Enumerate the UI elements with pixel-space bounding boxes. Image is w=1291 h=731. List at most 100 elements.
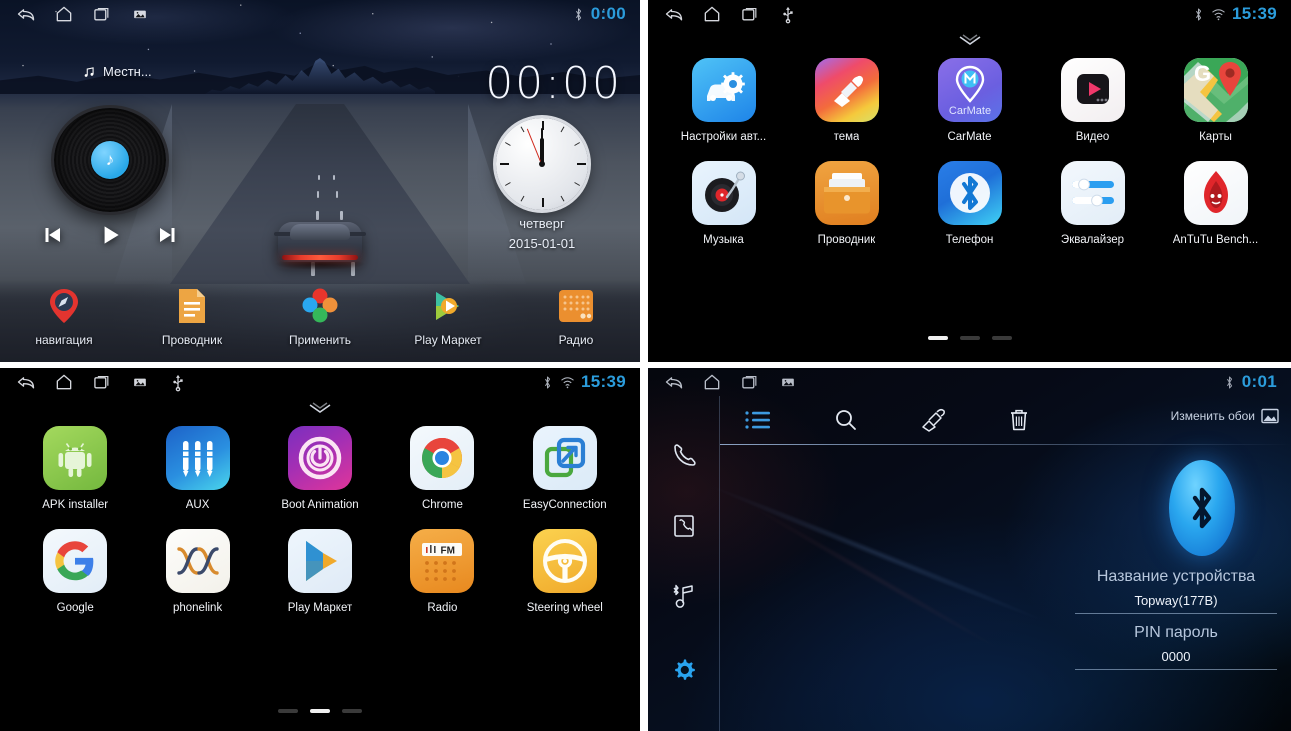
phonelink-icon [165, 529, 230, 593]
page-dot-1[interactable] [278, 709, 298, 713]
home-icon[interactable] [54, 4, 74, 24]
back-icon[interactable] [16, 372, 36, 392]
back-icon[interactable] [664, 372, 684, 392]
page-dot-2[interactable] [959, 336, 980, 340]
screenshot-icon[interactable] [130, 372, 150, 392]
bluetooth-music-icon[interactable] [671, 583, 697, 616]
app-label: Проводник [817, 234, 876, 246]
app-maps[interactable]: G Карты [1154, 58, 1277, 143]
pair-hand-icon[interactable] [920, 408, 946, 437]
play-icon[interactable] [97, 222, 123, 248]
dock-item-file-manager[interactable]: Проводник [128, 286, 256, 347]
next-track-icon[interactable] [154, 223, 180, 247]
app-music[interactable]: Музыка [662, 161, 785, 246]
app-carmate[interactable]: CarMate CarMate [908, 58, 1031, 143]
dock-item-navigation[interactable]: навигация [0, 286, 128, 347]
dock-item-play-store[interactable]: Play Маркет [384, 286, 512, 347]
theme-brush-icon [814, 58, 879, 122]
app-steering-wheel[interactable]: Steering wheel [504, 529, 626, 614]
status-bar: 0:00 [0, 0, 640, 28]
pin-value: 0000 [1161, 649, 1191, 664]
file-manager-icon [172, 286, 212, 326]
app-label: CarMate [947, 131, 992, 143]
app-bluetooth-phone[interactable]: Телефон [908, 161, 1031, 246]
google-maps-icon: G [1183, 58, 1248, 122]
dock-item-radio[interactable]: Радио [512, 286, 640, 347]
fm-radio-icon: FM [410, 529, 475, 593]
app-label: Телефон [945, 234, 994, 246]
recents-icon[interactable] [740, 4, 760, 24]
search-icon[interactable] [834, 408, 858, 437]
chevron-down-icon[interactable] [957, 34, 983, 53]
equalizer-icon [1060, 161, 1125, 225]
device-name-label: Название устройства [1096, 568, 1256, 585]
wifi-icon [1212, 8, 1225, 20]
dialpad-phone-icon[interactable] [671, 442, 697, 473]
screenshot-icon[interactable] [778, 372, 798, 392]
app-label: Steering wheel [526, 602, 603, 614]
dock-item-apply-theme[interactable]: Применить [256, 286, 384, 347]
bluetooth-icon [1196, 8, 1202, 20]
recents-icon[interactable] [92, 372, 112, 392]
app-radio[interactable]: FM Radio [381, 529, 503, 614]
app-grid: APK installer AUX Boot Animation Chrome … [0, 426, 640, 614]
steering-wheel-icon [532, 529, 597, 593]
app-aux[interactable]: AUX [136, 426, 258, 511]
status-clock: 0:01 [1241, 372, 1277, 391]
app-equalizer[interactable]: Эквалайзер [1031, 161, 1154, 246]
back-icon[interactable] [664, 4, 684, 24]
pin-label: PIN пароль [1134, 624, 1218, 641]
usb-icon[interactable] [778, 4, 798, 24]
chevron-down-icon[interactable] [307, 402, 333, 421]
status-bar: 15:39 [648, 0, 1291, 28]
change-wallpaper-button[interactable]: Изменить обои [1171, 408, 1279, 424]
page-dot-3[interactable] [342, 709, 362, 713]
app-apk-installer[interactable]: APK installer [14, 426, 136, 511]
device-name-field[interactable]: Название устройства Topway(177B) [1075, 568, 1277, 614]
list-icon[interactable] [744, 409, 772, 436]
recents-icon[interactable] [92, 4, 112, 24]
contacts-book-icon[interactable] [671, 513, 697, 544]
app-chrome[interactable]: Chrome [381, 426, 503, 511]
app-label: AUX [185, 499, 210, 511]
app-label: Chrome [421, 499, 463, 511]
app-play-store[interactable]: Play Маркет [259, 529, 381, 614]
home-icon[interactable] [702, 372, 722, 392]
settings-gear-icon[interactable] [670, 656, 698, 689]
weekday-label: четверг [519, 216, 565, 231]
back-icon[interactable] [16, 4, 36, 24]
app-easyconnection[interactable]: EasyConnection [504, 426, 626, 511]
apply-theme-icon [300, 286, 340, 326]
app-label: phonelink [172, 602, 223, 614]
screenshot-icon[interactable] [130, 4, 150, 24]
page-dot-3[interactable] [991, 336, 1012, 340]
antutu-icon [1183, 161, 1248, 225]
app-label: AnTuTu Bench... [1172, 234, 1259, 246]
app-phonelink[interactable]: phonelink [136, 529, 258, 614]
app-boot-animation[interactable]: Boot Animation [259, 426, 381, 511]
page-dot-2[interactable] [310, 709, 330, 713]
home-icon[interactable] [702, 4, 722, 24]
music-source-label[interactable]: Местн... [82, 64, 152, 79]
vinyl-center-music-icon: ♪ [91, 141, 129, 179]
date-label: 2015-01-01 [508, 236, 576, 251]
navigation-pin-icon [44, 286, 84, 326]
home-icon[interactable] [54, 372, 74, 392]
app-car-settings[interactable]: Настройки авт... [662, 58, 785, 143]
app-antutu[interactable]: AnTuTu Bench... [1154, 161, 1277, 246]
previous-track-icon[interactable] [40, 223, 66, 247]
pin-field[interactable]: PIN пароль 0000 [1075, 624, 1277, 670]
app-theme[interactable]: тема [785, 58, 908, 143]
vinyl-record-widget[interactable]: ♪ [54, 108, 166, 212]
app-google[interactable]: Google [14, 529, 136, 614]
status-bar: 15:39 [0, 368, 640, 396]
usb-icon[interactable] [168, 372, 188, 392]
dock-label: навигация [35, 333, 93, 347]
app-file-explorer[interactable]: Проводник [785, 161, 908, 246]
status-indicators: 15:39 [541, 372, 640, 392]
trash-icon[interactable] [1008, 408, 1030, 437]
page-dot-1[interactable] [927, 336, 948, 340]
bluetooth-phone-icon [937, 161, 1002, 225]
app-video[interactable]: Видео [1031, 58, 1154, 143]
recents-icon[interactable] [740, 372, 760, 392]
